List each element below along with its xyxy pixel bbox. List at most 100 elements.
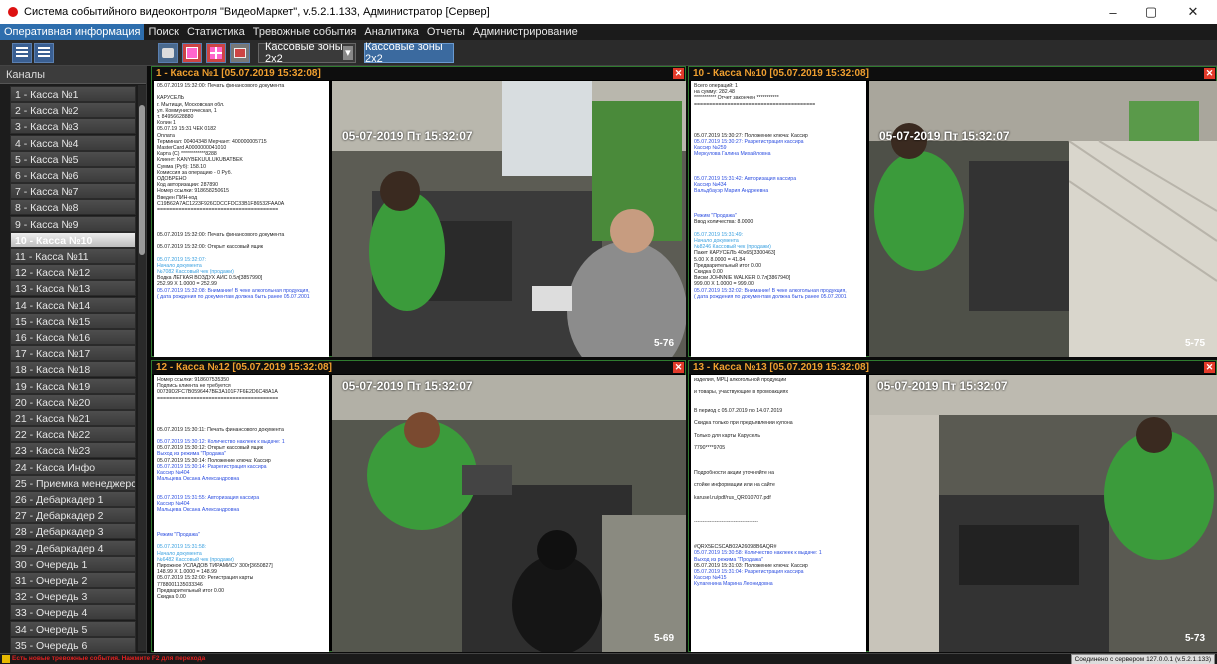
app-logo-icon (8, 7, 18, 17)
video-timestamp: 05-07-2019 Пт 15:32:07 (342, 129, 473, 143)
receipt-log: Номер ссылки: 918607535350 Подпись клиен… (154, 375, 329, 652)
grid-layout-icon (210, 47, 222, 59)
channel-item[interactable]: 12 - Касса №12 (10, 264, 136, 281)
channel-item[interactable]: 17 - Касса №17 (10, 345, 136, 362)
channel-item[interactable]: 4 - Касса №4 (10, 134, 136, 151)
receipt-log: изделия, МРЦ алкогольной продукции и тов… (691, 375, 866, 652)
channel-item[interactable]: 6 - Касса №6 (10, 167, 136, 183)
menu-analytics[interactable]: Аналитика (360, 24, 422, 40)
pane-title-text: 12 - Касса №12 [05.07.2019 15:32:08] (156, 362, 332, 373)
pane-title: 13 - Касса №13 [05.07.2019 15:32:08] ✕ (689, 361, 1216, 374)
channel-item[interactable]: 3 - Касса №3 (10, 118, 136, 135)
channel-item[interactable]: 31 - Очередь 2 (10, 572, 136, 588)
channel-item[interactable]: 22 - Касса №22 (10, 426, 136, 443)
channel-item[interactable]: 9 - Касса №9 (10, 215, 136, 232)
channel-item[interactable]: 19 - Касса №19 (10, 377, 136, 394)
pane-title-text: 10 - Касса №10 [05.07.2019 15:32:08] (693, 68, 869, 79)
channel-item[interactable]: 20 - Касса №20 (10, 393, 136, 410)
alert-icon (2, 655, 10, 663)
channel-item[interactable]: 30 - Очередь 1 (10, 555, 136, 572)
channel-item[interactable]: 25 - Приемка менеджерская (10, 474, 136, 491)
pane-title: 10 - Касса №10 [05.07.2019 15:32:08] ✕ (689, 67, 1216, 80)
video-scene (332, 375, 686, 652)
channel-item[interactable]: 21 - Касса №21 (10, 410, 136, 426)
close-window-button[interactable]: ✕ (1176, 0, 1210, 24)
channel-item[interactable]: 1 - Касса №1 (10, 86, 136, 102)
menu-administration[interactable]: Администрирование (469, 24, 582, 40)
close-pane-icon[interactable]: ✕ (1204, 362, 1215, 373)
channel-item[interactable]: 27 - Дебаркадер 2 (10, 507, 136, 524)
menu-search[interactable]: Поиск (144, 24, 182, 40)
camera-feed: 05-07-2019 Пт 15:32:07 5-69 (332, 375, 686, 652)
pane-title: 1 - Касса №1 [05.07.2019 15:32:08] ✕ (152, 67, 685, 80)
layout-select-value: Кассовые зоны 2x2 (265, 41, 343, 65)
layout-2x2-button[interactable] (206, 43, 226, 63)
channel-item[interactable]: 26 - Дебаркадер 1 (10, 491, 136, 507)
channel-scrollbar[interactable] (138, 85, 146, 651)
receipt-line: ( дата рождения по документам должна быт… (694, 293, 847, 300)
app-window: Система событийного видеоконтроля "Видео… (0, 0, 1217, 664)
video-pane-kassa-1[interactable]: 1 - Касса №1 [05.07.2019 15:32:08] ✕ 05.0… (151, 66, 686, 357)
receipt-line: 05.07.2019 15:32:08: Внимание! В чеке ал… (157, 287, 310, 294)
channel-item[interactable]: 33 - Очередь 4 (10, 604, 136, 621)
list-detail-icon (38, 47, 50, 59)
menu-statistics[interactable]: Статистика (183, 24, 249, 40)
channel-item[interactable]: 32 - Очередь 3 (10, 588, 136, 605)
channel-item[interactable]: 10 - Касса №10 (10, 231, 136, 248)
receipt-line: 05.07.2019 15:32:02: Внимание! В чеке ал… (694, 287, 847, 294)
layout-1x1-button[interactable] (182, 43, 202, 63)
channel-item[interactable]: 11 - Касса №11 (10, 248, 136, 264)
video-timestamp: 05-07-2019 Пт 15:32:07 (342, 379, 473, 393)
layout-preset-button[interactable]: Кассовые зоны 2x2 (364, 41, 454, 65)
channel-item[interactable]: 7 - Касса №7 (10, 183, 136, 200)
channel-item[interactable]: 24 - Касса Инфо (10, 458, 136, 475)
channel-item[interactable]: 35 - Очередь 6 (10, 636, 136, 653)
menu-bar: Оперативная информация Поиск Статистика … (0, 24, 1217, 40)
channel-item[interactable]: 2 - Касса №2 (10, 102, 136, 119)
pane-title: 12 - Касса №12 [05.07.2019 15:32:08] ✕ (152, 361, 685, 374)
channels-header: Каналы (0, 66, 146, 84)
channel-item[interactable]: 16 - Касса №16 (10, 329, 136, 345)
pane-title-text: 13 - Касса №13 [05.07.2019 15:32:08] (693, 362, 869, 373)
scroll-thumb[interactable] (139, 105, 145, 255)
camera-number: 5-73 (1184, 633, 1205, 644)
channel-item[interactable]: 15 - Касса №15 (10, 312, 136, 329)
menu-reports[interactable]: Отчеты (423, 24, 469, 40)
alert-message[interactable]: Есть новые тревожные события. Нажмите F2… (12, 654, 205, 664)
channel-item[interactable]: 14 - Касса №14 (10, 296, 136, 313)
layout-custom-icon (234, 48, 246, 58)
list-icon (16, 47, 28, 59)
close-pane-icon[interactable]: ✕ (673, 362, 684, 373)
channel-item[interactable]: 8 - Касса №8 (10, 199, 136, 216)
minimize-button[interactable]: – (1096, 0, 1130, 24)
menu-alarm-events[interactable]: Тревожные события (249, 24, 361, 40)
camera-number: 5-75 (1184, 338, 1205, 349)
layout-custom-button[interactable] (230, 43, 250, 63)
pane-title-text: 1 - Касса №1 [05.07.2019 15:32:08] (156, 68, 321, 79)
layout-select[interactable]: Кассовые зоны 2x2 ▾ (258, 41, 356, 65)
receipt-line: Кулагенина Марина Леонидовна (694, 581, 773, 588)
channel-item[interactable]: 29 - Дебаркадер 4 (10, 539, 136, 556)
channel-item[interactable]: 23 - Касса №23 (10, 442, 136, 459)
receipt-log: 05.07.2019 15:32:00: Печать финансового … (154, 81, 329, 357)
close-pane-icon[interactable]: ✕ (673, 68, 684, 79)
video-pane-kassa-12[interactable]: 12 - Касса №12 [05.07.2019 15:32:08] ✕ Но… (151, 360, 686, 652)
video-pane-kassa-13[interactable]: 13 - Касса №13 [05.07.2019 15:32:08] ✕ из… (688, 360, 1217, 652)
camera-button[interactable] (158, 43, 178, 63)
channel-item[interactable]: 28 - Дебаркадер 3 (10, 523, 136, 540)
channel-item[interactable]: 34 - Очередь 5 (10, 620, 136, 637)
menu-operational[interactable]: Оперативная информация (0, 24, 145, 40)
detail-view-button[interactable] (34, 43, 54, 63)
video-scene (869, 81, 1217, 357)
close-pane-icon[interactable]: ✕ (1204, 68, 1215, 79)
camera-number: 5-69 (653, 633, 674, 644)
channel-item[interactable]: 13 - Касса №13 (10, 280, 136, 297)
channels-panel: Каналы 1 - Касса №1 2 - Касса №2 3 - Касса… (0, 66, 147, 664)
channel-item[interactable]: 18 - Касса №18 (10, 361, 136, 378)
list-view-button[interactable] (12, 43, 32, 63)
channel-item[interactable]: 5 - Касса №5 (10, 150, 136, 167)
video-pane-kassa-10[interactable]: 10 - Касса №10 [05.07.2019 15:32:08] ✕ Вс… (688, 66, 1217, 357)
receipt-line: Скидка 0.00 (157, 593, 186, 600)
receipt-log: Всего операций: 1 на сумму: 282.48 ******… (691, 81, 866, 357)
maximize-button[interactable]: ▢ (1134, 0, 1168, 24)
